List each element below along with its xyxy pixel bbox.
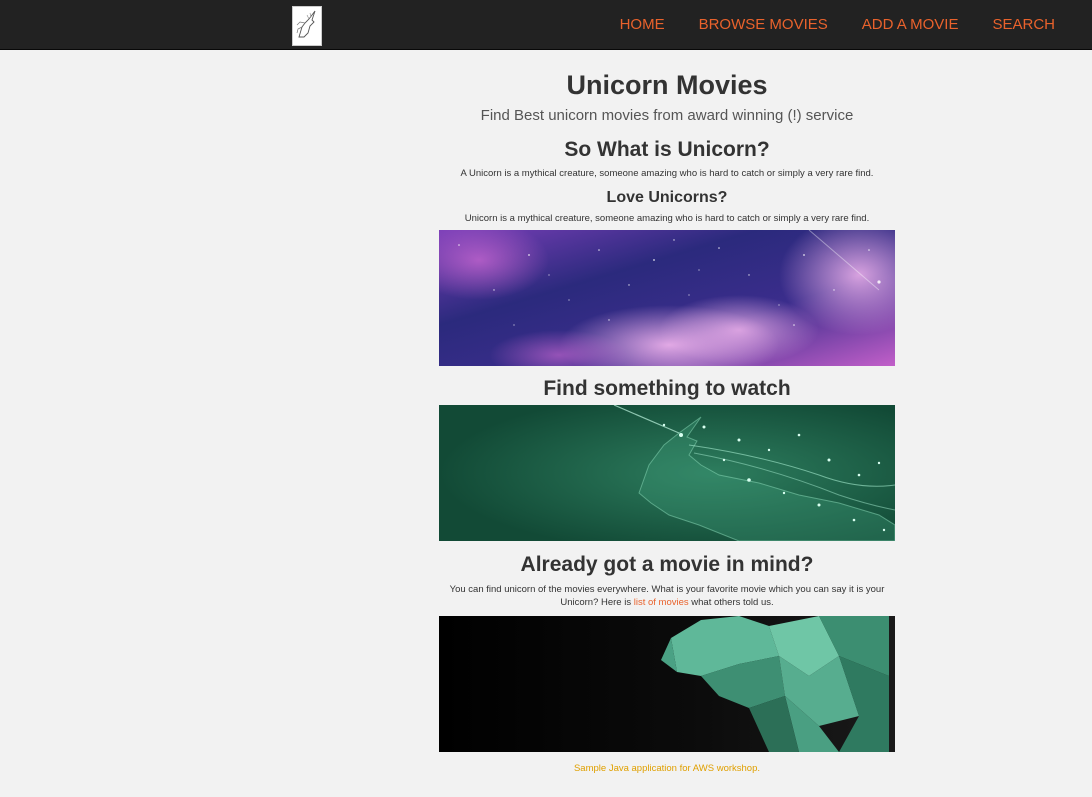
nav-home-link[interactable]: HOME <box>620 16 665 33</box>
galaxy-banner-image <box>439 230 895 366</box>
find-something-heading: Find something to watch <box>543 377 791 400</box>
what-is-unicorn-heading: So What is Unicorn? <box>564 138 770 161</box>
page-title: Unicorn Movies <box>566 70 768 100</box>
love-unicorns-heading: Love Unicorns? <box>606 189 728 206</box>
movie-in-mind-heading: Already got a movie in mind? <box>520 553 814 576</box>
top-navbar: HOME BROWSE MOVIES ADD A MOVIE SEARCH <box>0 0 1092 50</box>
glowing-unicorn-banner-image <box>439 405 895 541</box>
main-content: Unicorn Movies Find Best unicorn movies … <box>439 50 895 775</box>
movie-in-mind-text: You can find unicorn of the movies every… <box>449 584 885 608</box>
page-subtitle: Find Best unicorn movies from award winn… <box>480 107 854 124</box>
nav-links: HOME BROWSE MOVIES ADD A MOVIE SEARCH <box>586 0 1055 49</box>
nav-add-movie-link[interactable]: ADD A MOVIE <box>862 16 959 33</box>
unicorn-logo-icon[interactable] <box>292 6 322 46</box>
love-unicorns-text: Unicorn is a mythical creature, someone … <box>464 213 870 224</box>
list-of-movies-link[interactable]: list of movies <box>634 597 689 608</box>
nav-search-link[interactable]: SEARCH <box>992 16 1055 33</box>
paper-unicorn-banner-image <box>439 616 895 752</box>
what-is-unicorn-text: A Unicorn is a mythical creature, someon… <box>460 168 874 179</box>
nav-browse-movies-link[interactable]: BROWSE MOVIES <box>699 16 828 33</box>
footer-text: Sample Java application for AWS workshop… <box>573 763 761 774</box>
